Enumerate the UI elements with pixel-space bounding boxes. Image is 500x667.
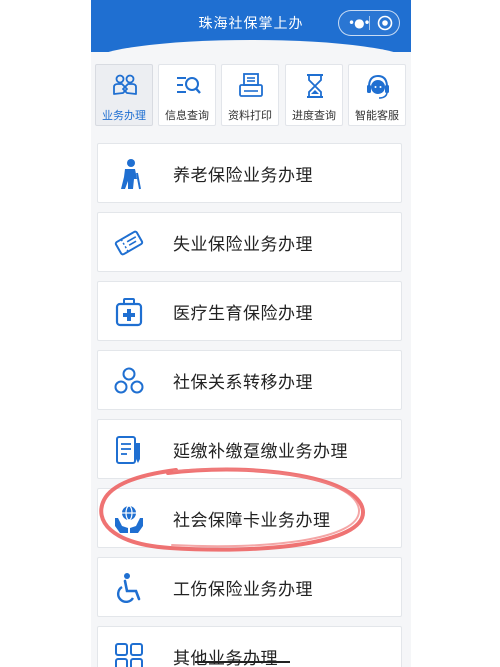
service-label: 社保关系转移办理 (173, 373, 313, 393)
service-label: 失业保险业务办理 (173, 235, 313, 255)
tab-label: 信息查询 (165, 109, 209, 122)
service-label: 其他业务办理 (173, 649, 278, 667)
network-icon (114, 367, 144, 394)
service-label: 养老保险业务办理 (173, 166, 313, 186)
service-item-unemployment[interactable]: 失业保险业务办理 (97, 212, 402, 272)
service-item-transfer[interactable]: 社保关系转移办理 (97, 350, 402, 410)
ticket-icon (114, 230, 144, 256)
service-item-supplementary-payment[interactable]: 延缴补缴趸缴业务办理 (97, 419, 402, 479)
more-icon[interactable]: •●• (348, 17, 371, 29)
service-item-pension[interactable]: 养老保险业务办理 (97, 143, 402, 203)
close-miniprogram-icon[interactable] (377, 15, 393, 31)
hourglass-icon (307, 74, 323, 98)
capsule-divider (369, 16, 370, 30)
service-label: 医疗生育保险办理 (173, 304, 313, 324)
globe-hands-icon (115, 505, 143, 533)
medical-kit-icon (115, 298, 143, 327)
elderly-person-icon (121, 159, 141, 190)
category-tabs: 业务办理 信息查询 资料打印 进度查询 智能客服 (91, 64, 411, 130)
tab-customer-service[interactable]: 智能客服 (348, 64, 406, 126)
grid-apps-icon (115, 643, 143, 667)
document-pen-icon (116, 436, 140, 464)
service-label: 工伤保险业务办理 (173, 580, 313, 600)
service-item-social-security-card[interactable]: 社会保障卡业务办理 (97, 488, 402, 548)
tab-label: 进度查询 (292, 109, 336, 122)
phone-screen: 珠海社保掌上办 •●• 业务办理 信息查询 资料打印 进度查询 智能客服 养老保… (91, 0, 411, 667)
handshake-icon (113, 74, 137, 95)
printer-icon (239, 73, 263, 97)
tab-label: 业务办理 (102, 109, 146, 122)
service-item-other[interactable]: 其他业务办理 (97, 626, 402, 667)
tab-business[interactable]: 业务办理 (95, 64, 153, 126)
headset-icon (367, 74, 389, 99)
wheelchair-icon (117, 573, 141, 603)
tab-progress-query[interactable]: 进度查询 (285, 64, 343, 126)
search-list-icon (177, 77, 201, 94)
tab-label: 资料打印 (228, 109, 272, 122)
service-label: 社会保障卡业务办理 (173, 511, 331, 531)
service-item-work-injury[interactable]: 工伤保险业务办理 (97, 557, 402, 617)
service-item-medical[interactable]: 医疗生育保险办理 (97, 281, 402, 341)
tab-info-query[interactable]: 信息查询 (158, 64, 216, 126)
miniprogram-capsule: •●• (338, 10, 400, 36)
service-label: 延缴补缴趸缴业务办理 (173, 442, 348, 462)
tab-label: 智能客服 (355, 109, 399, 122)
tab-print[interactable]: 资料打印 (221, 64, 279, 126)
